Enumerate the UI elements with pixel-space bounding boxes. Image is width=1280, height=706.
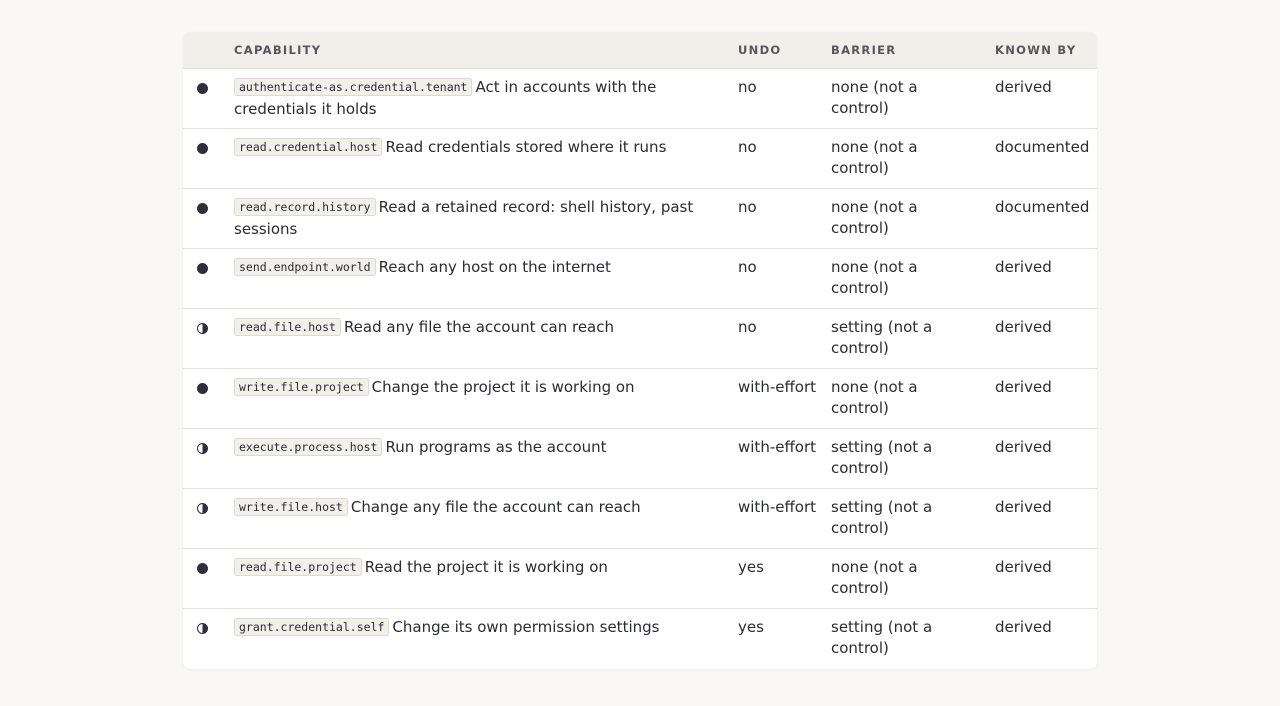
undo-cell: no (738, 77, 757, 96)
known-by-cell: derived (995, 317, 1052, 336)
table-row: execute.process.host Run programs as the … (183, 428, 1097, 488)
capability-id: read.credential.host (234, 137, 383, 156)
known-by-cell: derived (995, 437, 1052, 456)
undo-cell: with-effort (738, 497, 817, 516)
undo-cell: no (738, 317, 757, 336)
header-known-by: KNOWN BY (995, 32, 1097, 69)
table-row: read.file.host Read any file the account … (183, 308, 1097, 368)
undo-cell: no (738, 257, 757, 276)
known-by-cell: documented (995, 137, 1090, 156)
capability-id: read.file.host (234, 317, 341, 336)
capability-id: grant.credential.self (234, 617, 390, 636)
filled-circle-icon (197, 382, 208, 394)
half-circle-icon (197, 622, 208, 634)
capability-cell: execute.process.host Run programs as the … (234, 428, 738, 488)
known-by-cell: derived (995, 617, 1052, 636)
capability-id: read.file.project (234, 557, 362, 576)
header-capability: CAPABILITY (234, 32, 738, 69)
barrier-cell: none (not a control) (831, 197, 918, 237)
barrier-cell: setting (not a control) (831, 617, 933, 657)
table-row: read.record.history Read a retained recor… (183, 188, 1097, 248)
capability-table-card: CAPABILITY UNDO BARRIER KNOWN BY authent… (183, 32, 1097, 669)
table-row: read.file.project Read the project it is … (183, 548, 1097, 608)
table-row: send.endpoint.world Reach any host on the… (183, 248, 1097, 308)
table-row: grant.credential.self Change its own perm… (183, 608, 1097, 669)
row-mark-cell (183, 68, 234, 128)
capability-id: write.file.host (234, 497, 348, 516)
known-by-cell: derived (995, 77, 1052, 96)
capability-cell: write.file.host Change any file the accou… (234, 488, 738, 548)
capability-cell: read.credential.host Read credentials sto… (234, 128, 738, 188)
filled-circle-icon (197, 562, 208, 574)
barrier-cell: none (not a control) (831, 557, 918, 597)
table-row: read.credential.host Read credentials sto… (183, 128, 1097, 188)
table-row: authenticate-as.credential.tenant Act in … (183, 68, 1097, 128)
header-mark-column (183, 32, 234, 69)
row-mark-cell (183, 488, 234, 548)
row-mark-cell (183, 128, 234, 188)
capability-cell: read.file.host Read any file the account … (234, 308, 738, 368)
table-body: authenticate-as.credential.tenant Act in … (183, 68, 1097, 669)
capability-description: Change the project it is working on (371, 377, 635, 396)
table-header: CAPABILITY UNDO BARRIER KNOWN BY (183, 32, 1097, 69)
capability-cell: grant.credential.self Change its own perm… (234, 608, 738, 669)
half-circle-icon (197, 322, 208, 334)
capability-description: Change any file the account can reach (350, 497, 641, 516)
half-circle-icon (197, 442, 208, 454)
capability-id: send.endpoint.world (234, 257, 376, 276)
filled-circle-icon (197, 262, 208, 274)
capability-description: Read the project it is working on (364, 557, 608, 576)
capability-id: read.record.history (234, 197, 376, 216)
capability-description: Read any file the account can reach (343, 317, 614, 336)
capability-id: execute.process.host (234, 437, 383, 456)
header-barrier: BARRIER (831, 32, 995, 69)
table-row: write.file.host Change any file the accou… (183, 488, 1097, 548)
undo-cell: yes (738, 557, 764, 576)
filled-circle-icon (197, 142, 208, 154)
header-undo: UNDO (738, 32, 831, 69)
capability-cell: send.endpoint.world Reach any host on the… (234, 248, 738, 308)
filled-circle-icon (197, 82, 208, 94)
undo-cell: no (738, 137, 757, 156)
barrier-cell: none (not a control) (831, 137, 918, 177)
capability-cell: read.file.project Read the project it is … (234, 548, 738, 608)
half-circle-icon (197, 502, 208, 514)
undo-cell: yes (738, 617, 764, 636)
barrier-cell: setting (not a control) (831, 437, 933, 477)
undo-cell: no (738, 197, 757, 216)
barrier-cell: setting (not a control) (831, 497, 933, 537)
capability-description: Read credentials stored where it runs (385, 137, 667, 156)
barrier-cell: none (not a control) (831, 77, 918, 117)
known-by-cell: derived (995, 497, 1052, 516)
row-mark-cell (183, 188, 234, 248)
capability-table: CAPABILITY UNDO BARRIER KNOWN BY authent… (183, 32, 1097, 669)
known-by-cell: documented (995, 197, 1090, 216)
known-by-cell: derived (995, 257, 1052, 276)
capability-id: write.file.project (234, 377, 369, 396)
row-mark-cell (183, 248, 234, 308)
capability-description: Run programs as the account (385, 437, 607, 456)
header-row: CAPABILITY UNDO BARRIER KNOWN BY (183, 32, 1097, 69)
table-row: write.file.project Change the project it … (183, 368, 1097, 428)
row-mark-cell (183, 608, 234, 669)
capability-description: Reach any host on the internet (378, 257, 611, 276)
row-mark-cell (183, 368, 234, 428)
capability-cell: write.file.project Change the project it … (234, 368, 738, 428)
known-by-cell: derived (995, 557, 1052, 576)
undo-cell: with-effort (738, 377, 817, 396)
row-mark-cell (183, 428, 234, 488)
undo-cell: with-effort (738, 437, 817, 456)
barrier-cell: setting (not a control) (831, 317, 933, 357)
known-by-cell: derived (995, 377, 1052, 396)
capability-description: Change its own permission settings (392, 617, 660, 636)
barrier-cell: none (not a control) (831, 377, 918, 417)
capability-cell: authenticate-as.credential.tenant Act in … (234, 68, 738, 128)
filled-circle-icon (197, 202, 208, 214)
capability-id: authenticate-as.credential.tenant (234, 77, 473, 96)
capability-cell: read.record.history Read a retained recor… (234, 188, 738, 248)
row-mark-cell (183, 308, 234, 368)
row-mark-cell (183, 548, 234, 608)
barrier-cell: none (not a control) (831, 257, 918, 297)
